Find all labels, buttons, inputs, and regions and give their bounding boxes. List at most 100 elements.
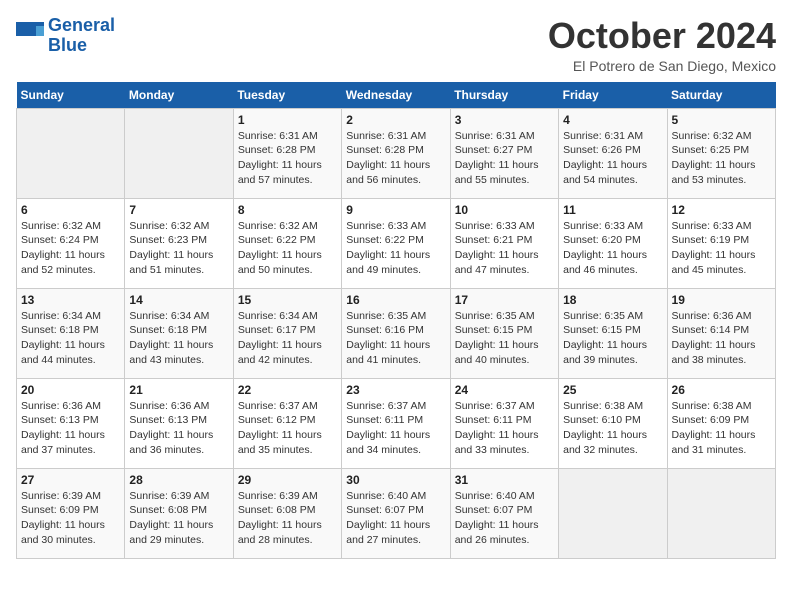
- day-number: 1: [238, 113, 337, 127]
- day-info: Sunrise: 6:39 AMSunset: 6:09 PMDaylight:…: [21, 489, 120, 548]
- calendar-body: 1 Sunrise: 6:31 AMSunset: 6:28 PMDaylight…: [17, 108, 776, 558]
- day-number: 9: [346, 203, 445, 217]
- day-info: Sunrise: 6:35 AMSunset: 6:16 PMDaylight:…: [346, 309, 445, 368]
- day-number: 8: [238, 203, 337, 217]
- day-number: 28: [129, 473, 228, 487]
- day-info: Sunrise: 6:37 AMSunset: 6:11 PMDaylight:…: [455, 399, 554, 458]
- weekday-header: Sunday: [17, 82, 125, 109]
- day-info: Sunrise: 6:33 AMSunset: 6:20 PMDaylight:…: [563, 219, 662, 278]
- logo-line2: Blue: [48, 35, 87, 55]
- calendar-header: SundayMondayTuesdayWednesdayThursdayFrid…: [17, 82, 776, 109]
- day-info: Sunrise: 6:34 AMSunset: 6:17 PMDaylight:…: [238, 309, 337, 368]
- calendar-cell: 26Sunrise: 6:38 AMSunset: 6:09 PMDayligh…: [667, 378, 775, 468]
- day-info: Sunrise: 6:38 AMSunset: 6:10 PMDaylight:…: [563, 399, 662, 458]
- day-info: Sunrise: 6:31 AMSunset: 6:26 PMDaylight:…: [563, 129, 662, 188]
- calendar-cell: [125, 108, 233, 198]
- calendar-cell: 19 Sunrise: 6:36 AMSunset: 6:14 PMDayligh…: [667, 288, 775, 378]
- day-info: Sunrise: 6:40 AMSunset: 6:07 PMDaylight:…: [455, 489, 554, 548]
- calendar-cell: 31 Sunrise: 6:40 AMSunset: 6:07 PMDayligh…: [450, 468, 558, 558]
- calendar-cell: 30 Sunrise: 6:40 AMSunset: 6:07 PMDayligh…: [342, 468, 450, 558]
- day-number: 12: [672, 203, 771, 217]
- day-number: 6: [21, 203, 120, 217]
- day-info: Sunrise: 6:37 AMSunset: 6:11 PMDaylight:…: [346, 399, 445, 458]
- day-number: 23: [346, 383, 445, 397]
- day-number: 27: [21, 473, 120, 487]
- day-number: 26: [672, 383, 771, 397]
- day-info: Sunrise: 6:31 AMSunset: 6:28 PMDaylight:…: [346, 129, 445, 188]
- day-number: 7: [129, 203, 228, 217]
- day-info: Sunrise: 6:35 AMSunset: 6:15 PMDaylight:…: [455, 309, 554, 368]
- calendar-cell: 5Sunrise: 6:32 AMSunset: 6:25 PMDaylight…: [667, 108, 775, 198]
- calendar-cell: 7 Sunrise: 6:32 AMSunset: 6:23 PMDaylight…: [125, 198, 233, 288]
- day-info: Sunrise: 6:31 AMSunset: 6:27 PMDaylight:…: [455, 129, 554, 188]
- calendar-cell: 22 Sunrise: 6:37 AMSunset: 6:12 PMDayligh…: [233, 378, 341, 468]
- calendar-cell: 21 Sunrise: 6:36 AMSunset: 6:13 PMDayligh…: [125, 378, 233, 468]
- day-number: 5: [672, 113, 771, 127]
- day-number: 31: [455, 473, 554, 487]
- calendar-cell: 14 Sunrise: 6:34 AMSunset: 6:18 PMDayligh…: [125, 288, 233, 378]
- weekday-header: Monday: [125, 82, 233, 109]
- calendar-cell: 6Sunrise: 6:32 AMSunset: 6:24 PMDaylight…: [17, 198, 125, 288]
- logo-text: General Blue: [48, 16, 115, 56]
- day-number: 10: [455, 203, 554, 217]
- calendar-week-row: 20 Sunrise: 6:36 AMSunset: 6:13 PMDayligh…: [17, 378, 776, 468]
- day-number: 21: [129, 383, 228, 397]
- day-info: Sunrise: 6:33 AMSunset: 6:19 PMDaylight:…: [672, 219, 771, 278]
- day-info: Sunrise: 6:31 AMSunset: 6:28 PMDaylight:…: [238, 129, 337, 188]
- day-number: 30: [346, 473, 445, 487]
- calendar-cell: 23 Sunrise: 6:37 AMSunset: 6:11 PMDayligh…: [342, 378, 450, 468]
- day-number: 13: [21, 293, 120, 307]
- calendar-cell: 24Sunrise: 6:37 AMSunset: 6:11 PMDayligh…: [450, 378, 558, 468]
- day-number: 3: [455, 113, 554, 127]
- calendar-week-row: 1 Sunrise: 6:31 AMSunset: 6:28 PMDaylight…: [17, 108, 776, 198]
- day-info: Sunrise: 6:32 AMSunset: 6:23 PMDaylight:…: [129, 219, 228, 278]
- day-number: 29: [238, 473, 337, 487]
- weekday-header: Friday: [559, 82, 667, 109]
- calendar-week-row: 13 Sunrise: 6:34 AMSunset: 6:18 PMDayligh…: [17, 288, 776, 378]
- logo-icon: [16, 22, 44, 50]
- calendar-cell: 25 Sunrise: 6:38 AMSunset: 6:10 PMDayligh…: [559, 378, 667, 468]
- month-title: October 2024: [548, 16, 776, 56]
- day-info: Sunrise: 6:39 AMSunset: 6:08 PMDaylight:…: [238, 489, 337, 548]
- day-number: 14: [129, 293, 228, 307]
- weekday-header: Saturday: [667, 82, 775, 109]
- calendar-cell: 29 Sunrise: 6:39 AMSunset: 6:08 PMDayligh…: [233, 468, 341, 558]
- calendar-cell: 12 Sunrise: 6:33 AMSunset: 6:19 PMDayligh…: [667, 198, 775, 288]
- calendar-cell: 2 Sunrise: 6:31 AMSunset: 6:28 PMDaylight…: [342, 108, 450, 198]
- calendar-cell: 15 Sunrise: 6:34 AMSunset: 6:17 PMDayligh…: [233, 288, 341, 378]
- day-info: Sunrise: 6:36 AMSunset: 6:14 PMDaylight:…: [672, 309, 771, 368]
- calendar-cell: 16Sunrise: 6:35 AMSunset: 6:16 PMDayligh…: [342, 288, 450, 378]
- weekday-header: Thursday: [450, 82, 558, 109]
- day-info: Sunrise: 6:39 AMSunset: 6:08 PMDaylight:…: [129, 489, 228, 548]
- weekday-header-row: SundayMondayTuesdayWednesdayThursdayFrid…: [17, 82, 776, 109]
- day-number: 15: [238, 293, 337, 307]
- logo-line1: General: [48, 15, 115, 35]
- day-number: 22: [238, 383, 337, 397]
- day-info: Sunrise: 6:40 AMSunset: 6:07 PMDaylight:…: [346, 489, 445, 548]
- calendar-cell: 18Sunrise: 6:35 AMSunset: 6:15 PMDayligh…: [559, 288, 667, 378]
- calendar-cell: 8 Sunrise: 6:32 AMSunset: 6:22 PMDaylight…: [233, 198, 341, 288]
- calendar-cell: 20Sunrise: 6:36 AMSunset: 6:13 PMDayligh…: [17, 378, 125, 468]
- calendar-cell: [17, 108, 125, 198]
- day-number: 19: [672, 293, 771, 307]
- day-info: Sunrise: 6:36 AMSunset: 6:13 PMDaylight:…: [129, 399, 228, 458]
- weekday-header: Tuesday: [233, 82, 341, 109]
- day-number: 11: [563, 203, 662, 217]
- day-number: 2: [346, 113, 445, 127]
- day-number: 25: [563, 383, 662, 397]
- day-number: 17: [455, 293, 554, 307]
- calendar-cell: 17 Sunrise: 6:35 AMSunset: 6:15 PMDayligh…: [450, 288, 558, 378]
- calendar-week-row: 27 Sunrise: 6:39 AMSunset: 6:09 PMDayligh…: [17, 468, 776, 558]
- day-info: Sunrise: 6:33 AMSunset: 6:22 PMDaylight:…: [346, 219, 445, 278]
- day-info: Sunrise: 6:33 AMSunset: 6:21 PMDaylight:…: [455, 219, 554, 278]
- calendar-cell: 10 Sunrise: 6:33 AMSunset: 6:21 PMDayligh…: [450, 198, 558, 288]
- day-number: 20: [21, 383, 120, 397]
- day-info: Sunrise: 6:34 AMSunset: 6:18 PMDaylight:…: [129, 309, 228, 368]
- day-info: Sunrise: 6:37 AMSunset: 6:12 PMDaylight:…: [238, 399, 337, 458]
- day-info: Sunrise: 6:32 AMSunset: 6:22 PMDaylight:…: [238, 219, 337, 278]
- weekday-header: Wednesday: [342, 82, 450, 109]
- calendar-cell: 4Sunrise: 6:31 AMSunset: 6:26 PMDaylight…: [559, 108, 667, 198]
- calendar-cell: 27 Sunrise: 6:39 AMSunset: 6:09 PMDayligh…: [17, 468, 125, 558]
- logo: General Blue: [16, 16, 115, 56]
- calendar-cell: 9 Sunrise: 6:33 AMSunset: 6:22 PMDaylight…: [342, 198, 450, 288]
